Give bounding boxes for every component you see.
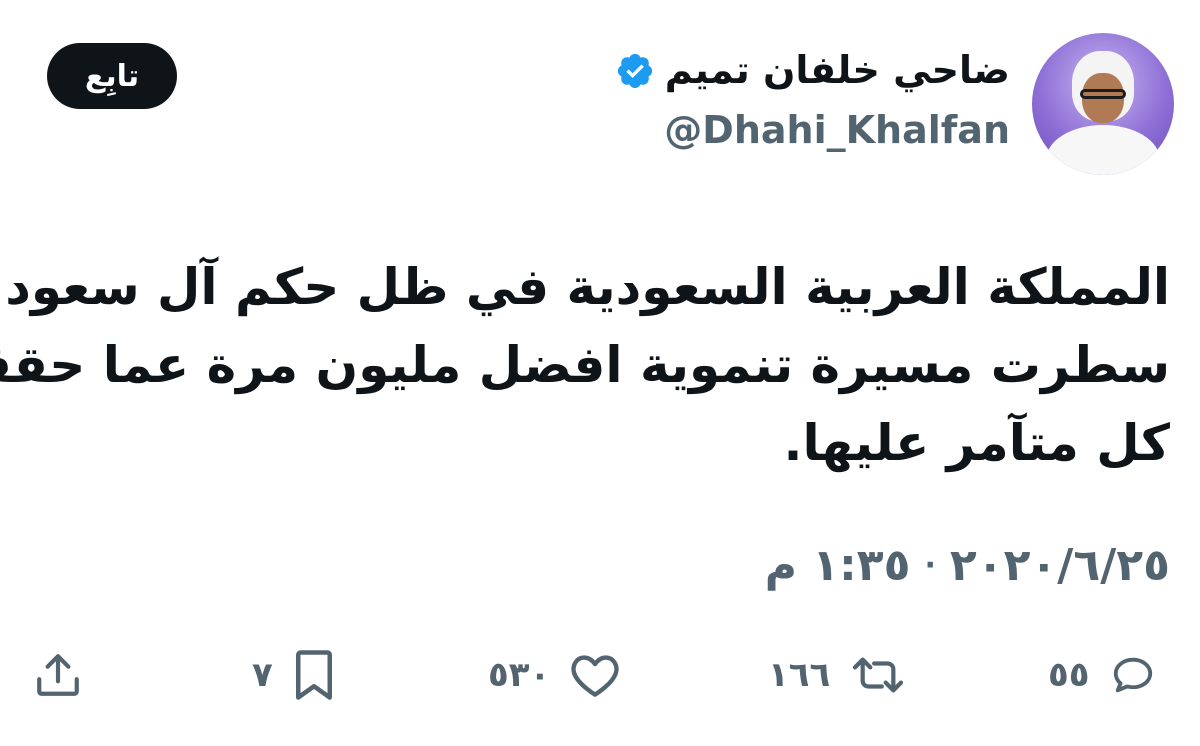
bookmark-icon: [291, 648, 337, 702]
like-button[interactable]: ٥٣٠: [488, 640, 622, 710]
tweet-text-line: كل متآمر عليها.: [783, 414, 1170, 472]
tweet-date: ٢٠٢٠/٦/٢٥: [949, 540, 1170, 591]
tweet-time: ١:٣٥ م: [764, 540, 911, 591]
tweet-text-line: المملكة العربية السعودية في ظل حكم آل سع…: [5, 258, 1170, 316]
avatar-body: [1046, 125, 1160, 175]
follow-button[interactable]: تابِع: [47, 43, 177, 109]
bookmark-button[interactable]: ٧: [252, 640, 337, 710]
tweet-text-line: سطرت مسيرة تنموية افضل مليون مرة عما حقق…: [0, 336, 1170, 394]
avatar-glasses: [1080, 89, 1126, 99]
like-count: ٥٣٠: [488, 655, 551, 695]
retweet-button[interactable]: ١٦٦: [768, 640, 908, 710]
retweet-icon: [848, 652, 908, 698]
tweet-action-bar: ٥٥ ١٦٦ ٥٣٠ ٧: [0, 640, 1200, 710]
tweet-text: المملكة العربية السعودية في ظل حكم آل سع…: [0, 248, 1170, 482]
author-display-name[interactable]: ضاحي خلفان تميم: [665, 49, 1010, 92]
reply-icon: [1108, 652, 1158, 698]
share-icon: [32, 650, 84, 700]
author-name-row: ضاحي خلفان تميم: [615, 49, 1010, 92]
reply-button[interactable]: ٥٥: [1048, 640, 1158, 710]
author-handle[interactable]: @Dhahi_Khalfan: [664, 108, 1010, 152]
retweet-count: ١٦٦: [768, 655, 831, 695]
tweet-timestamp[interactable]: ٢٠٢٠/٦/٢٥ · ١:٣٥ م: [765, 540, 1170, 591]
author-avatar[interactable]: [1032, 33, 1174, 175]
heart-icon: [568, 651, 622, 699]
verified-badge-icon[interactable]: [615, 51, 655, 91]
share-button[interactable]: [32, 640, 84, 710]
timestamp-separator: ·: [924, 548, 936, 583]
tweet-card: ضاحي خلفان تميم @Dhahi_Khalfan تابِع الم…: [0, 0, 1200, 746]
bookmark-count: ٧: [252, 655, 273, 695]
reply-count: ٥٥: [1048, 655, 1090, 695]
